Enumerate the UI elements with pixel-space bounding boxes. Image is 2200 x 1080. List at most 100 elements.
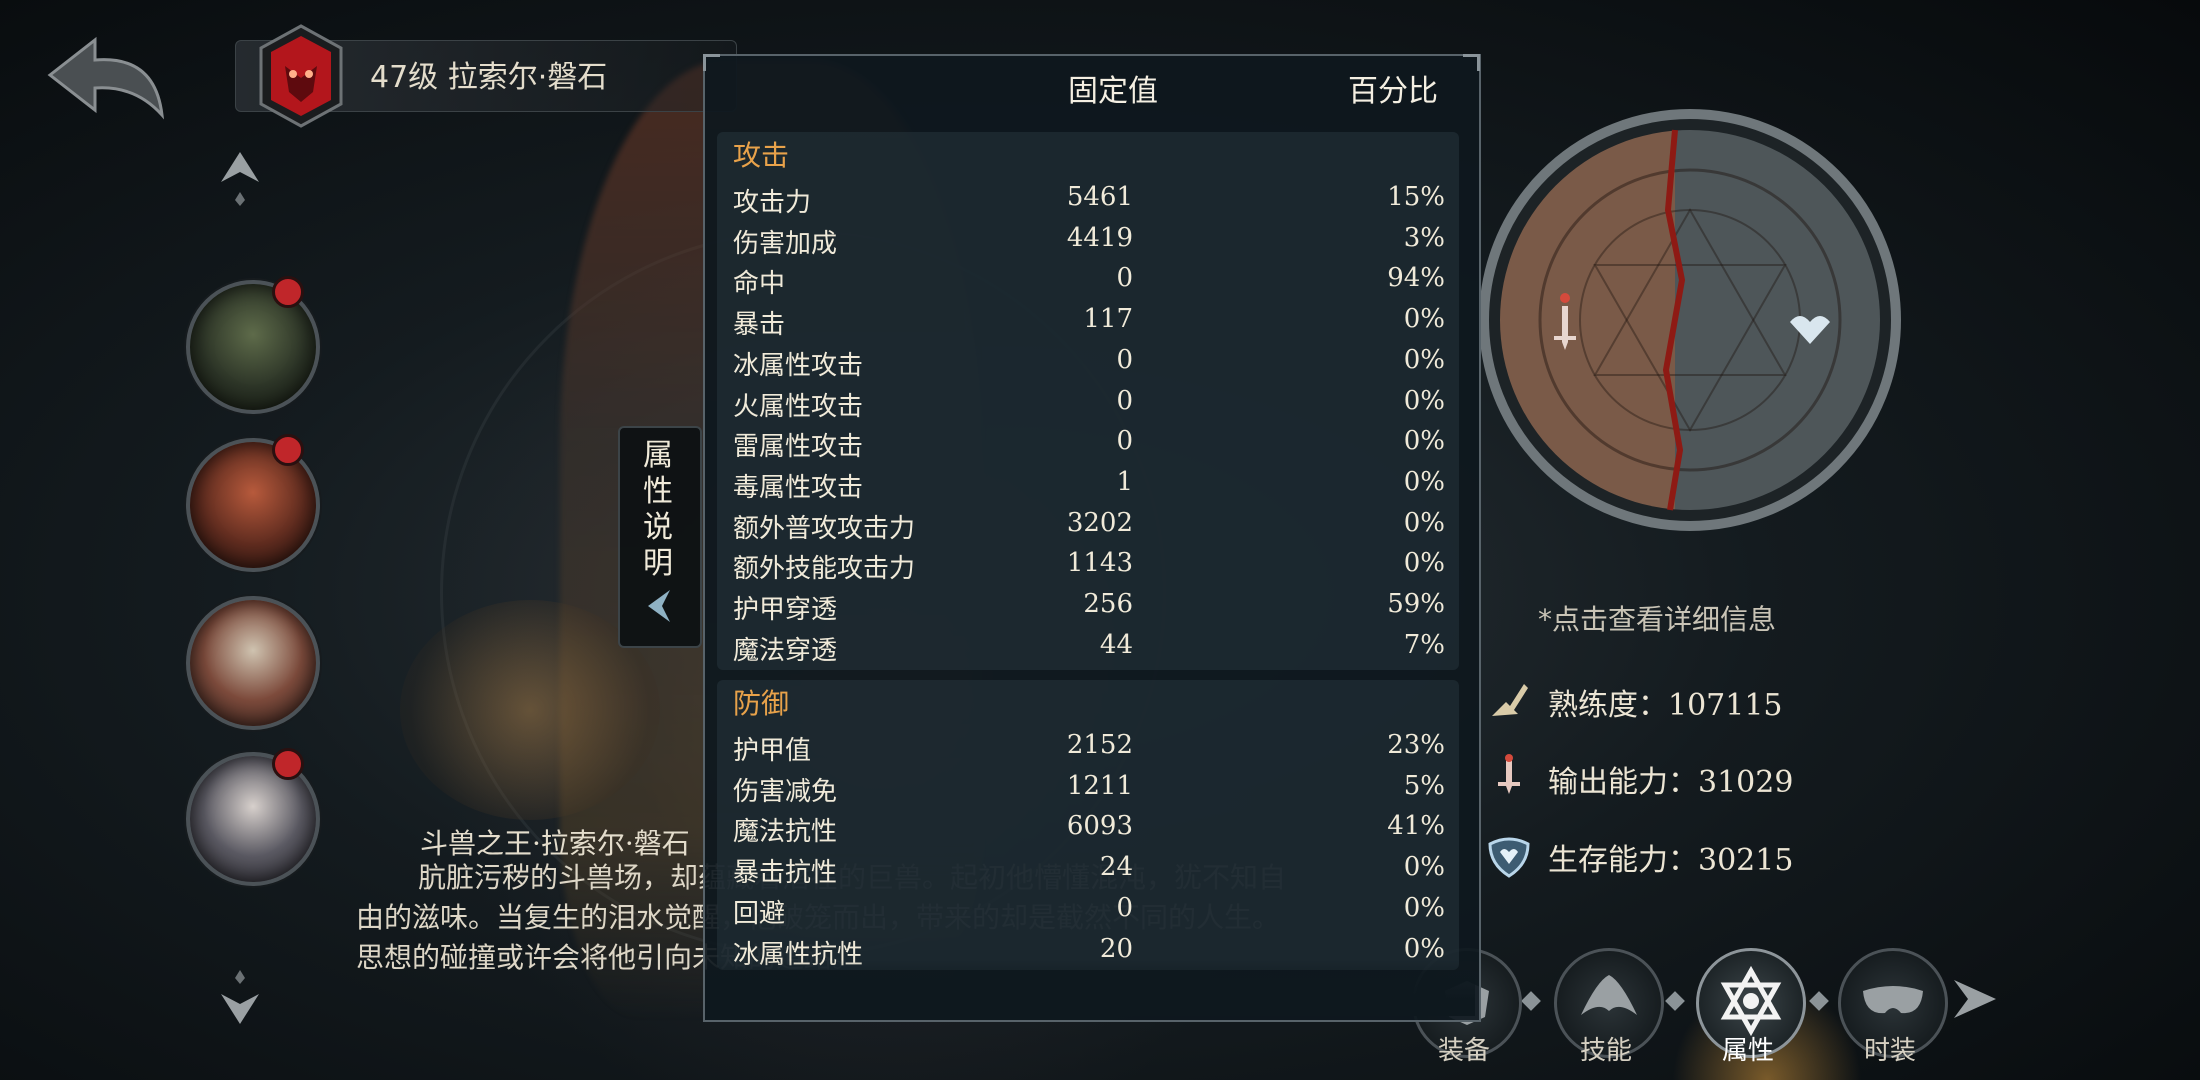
stat-name: 伤害加成 <box>733 228 838 259</box>
output-stat: 输出能力：31029 <box>1548 757 1793 801</box>
scroll-down-arrow-icon[interactable] <box>215 968 265 1028</box>
stat-percent-value: 0% <box>1403 466 1445 497</box>
stat-name: 攻击力 <box>733 188 812 218</box>
stat-fixed-value: 5461 <box>1066 182 1133 212</box>
stat-row: 火属性攻击 0 0% <box>733 386 1445 426</box>
stat-percent-value: 0% <box>1403 426 1445 457</box>
stat-fixed-value: 0 <box>1116 385 1133 416</box>
stat-row: 额外普攻攻击力 3202 0% <box>733 508 1445 548</box>
hero-portrait-3[interactable] <box>186 596 320 730</box>
stat-row: 命中 0 94% <box>733 263 1445 303</box>
stat-fixed-value: 1 <box>1116 466 1133 497</box>
column-header-fixed: 固定值 <box>1068 74 1158 109</box>
stat-name: 魔法穿透 <box>733 635 838 666</box>
stat-name: 额外技能攻击力 <box>733 554 916 585</box>
output-value: 31029 <box>1698 765 1794 800</box>
stat-name: 冰属性攻击 <box>733 350 864 381</box>
stat-percent-value: 15% <box>1387 182 1445 212</box>
stat-percent-value: 94% <box>1387 263 1445 294</box>
output-label: 输出能力： <box>1548 765 1698 800</box>
stat-name: 回避 <box>733 898 786 929</box>
stat-row: 冰属性攻击 0 0% <box>733 345 1445 385</box>
stat-row: 伤害减免 1211 5% <box>733 771 1445 811</box>
sword-icon <box>1498 754 1520 794</box>
collapse-arrow-icon[interactable] <box>642 586 674 626</box>
stat-name: 雷属性攻击 <box>733 432 864 463</box>
stat-name: 伤害减免 <box>733 776 838 807</box>
stat-fixed-value: 20 <box>1099 933 1133 964</box>
attack-section-title: 攻击 <box>733 139 790 172</box>
stat-percent-value: 0% <box>1403 933 1445 964</box>
scroll-up-arrow-icon[interactable] <box>215 148 265 208</box>
detail-hint[interactable]: *点击查看详细信息 <box>1538 598 1776 638</box>
scroll-fade <box>705 960 1475 1016</box>
survival-value: 30215 <box>1698 843 1794 878</box>
stat-percent-value: 23% <box>1387 730 1445 760</box>
survival-label: 生存能力： <box>1548 843 1698 878</box>
proficiency-stat: 熟练度：107115 <box>1548 680 1783 724</box>
stat-name: 额外普攻攻击力 <box>733 513 916 544</box>
notification-dot <box>272 276 304 308</box>
stat-percent-value: 0% <box>1403 892 1445 923</box>
lore-title: 斗兽之王·拉索尔·磐石 <box>420 827 690 860</box>
stat-fixed-value: 0 <box>1116 344 1133 375</box>
stat-percent-value: 0% <box>1403 304 1445 335</box>
notification-dot <box>272 434 304 466</box>
attribute-info-label: 属性说明 <box>643 438 673 581</box>
stat-fixed-value: 0 <box>1116 263 1133 294</box>
tab-label-attribute: 属性 <box>1721 1036 1774 1066</box>
stat-name: 魔法抗性 <box>733 817 838 848</box>
stat-name: 火属性攻击 <box>733 391 864 422</box>
defense-section-title: 防御 <box>733 687 790 720</box>
stat-name: 护甲穿透 <box>733 595 838 625</box>
stat-fixed-value: 256 <box>1083 589 1133 619</box>
stat-percent-value: 0% <box>1403 507 1445 538</box>
notification-dot <box>272 748 304 780</box>
stat-percent-value: 0% <box>1403 852 1445 883</box>
stat-fixed-value: 1211 <box>1066 770 1133 801</box>
tabs-next-arrow-icon[interactable] <box>1950 976 2000 1026</box>
stat-percent-value: 41% <box>1387 811 1445 842</box>
panel-corner <box>1463 54 1480 71</box>
stat-row: 毒属性攻击 1 0% <box>733 467 1445 507</box>
stat-percent-value: 0% <box>1403 385 1445 416</box>
stat-row: 雷属性攻击 0 0% <box>733 426 1445 466</box>
stat-percent-value: 0% <box>1403 548 1445 579</box>
stat-fixed-value: 0 <box>1116 426 1133 457</box>
tab-label-skill: 技能 <box>1579 1036 1632 1066</box>
stat-fixed-value: 6093 <box>1066 811 1133 842</box>
shield-heart-icon <box>1488 837 1530 878</box>
stat-percent-value: 7% <box>1403 629 1445 660</box>
stat-percent-value: 59% <box>1387 589 1445 619</box>
stat-fixed-value: 2152 <box>1066 730 1133 760</box>
stat-name: 护甲值 <box>733 736 812 766</box>
column-header-percent: 百分比 <box>1348 74 1438 109</box>
stat-fixed-value: 0 <box>1116 892 1133 923</box>
stat-name: 命中 <box>733 269 786 300</box>
stat-row: 护甲值 2152 23% <box>733 730 1445 770</box>
tab-divider <box>1521 991 1541 1011</box>
stat-name: 暴击抗性 <box>733 858 838 889</box>
stat-row: 暴击 117 0% <box>733 304 1445 344</box>
proficiency-value: 107115 <box>1668 688 1783 723</box>
stat-row: 攻击力 5461 15% <box>733 182 1445 222</box>
stat-fixed-value: 24 <box>1099 852 1133 883</box>
tab-label-costume: 时装 <box>1863 1036 1916 1066</box>
stat-row: 护甲穿透 256 59% <box>733 589 1445 629</box>
stat-row: 伤害加成 4419 3% <box>733 223 1445 263</box>
stat-row: 额外技能攻击力 1143 0% <box>733 548 1445 588</box>
back-button[interactable] <box>40 30 170 130</box>
ability-rune-circle[interactable] <box>1470 70 1910 570</box>
stat-percent-value: 3% <box>1403 222 1445 253</box>
stat-percent-value: 5% <box>1403 770 1445 801</box>
hero-emblem-icon <box>255 22 347 130</box>
stat-name: 暴击 <box>733 310 786 341</box>
back-arrow-icon <box>47 36 165 120</box>
stat-fixed-value: 44 <box>1099 629 1133 660</box>
proficiency-label: 熟练度： <box>1548 688 1668 723</box>
stat-row: 暴击抗性 24 0% <box>733 852 1445 892</box>
stat-row: 魔法抗性 6093 41% <box>733 811 1445 851</box>
stat-fixed-value: 3202 <box>1066 507 1133 538</box>
stat-fixed-value: 4419 <box>1066 222 1133 253</box>
stat-row: 魔法穿透 44 7% <box>733 630 1445 670</box>
